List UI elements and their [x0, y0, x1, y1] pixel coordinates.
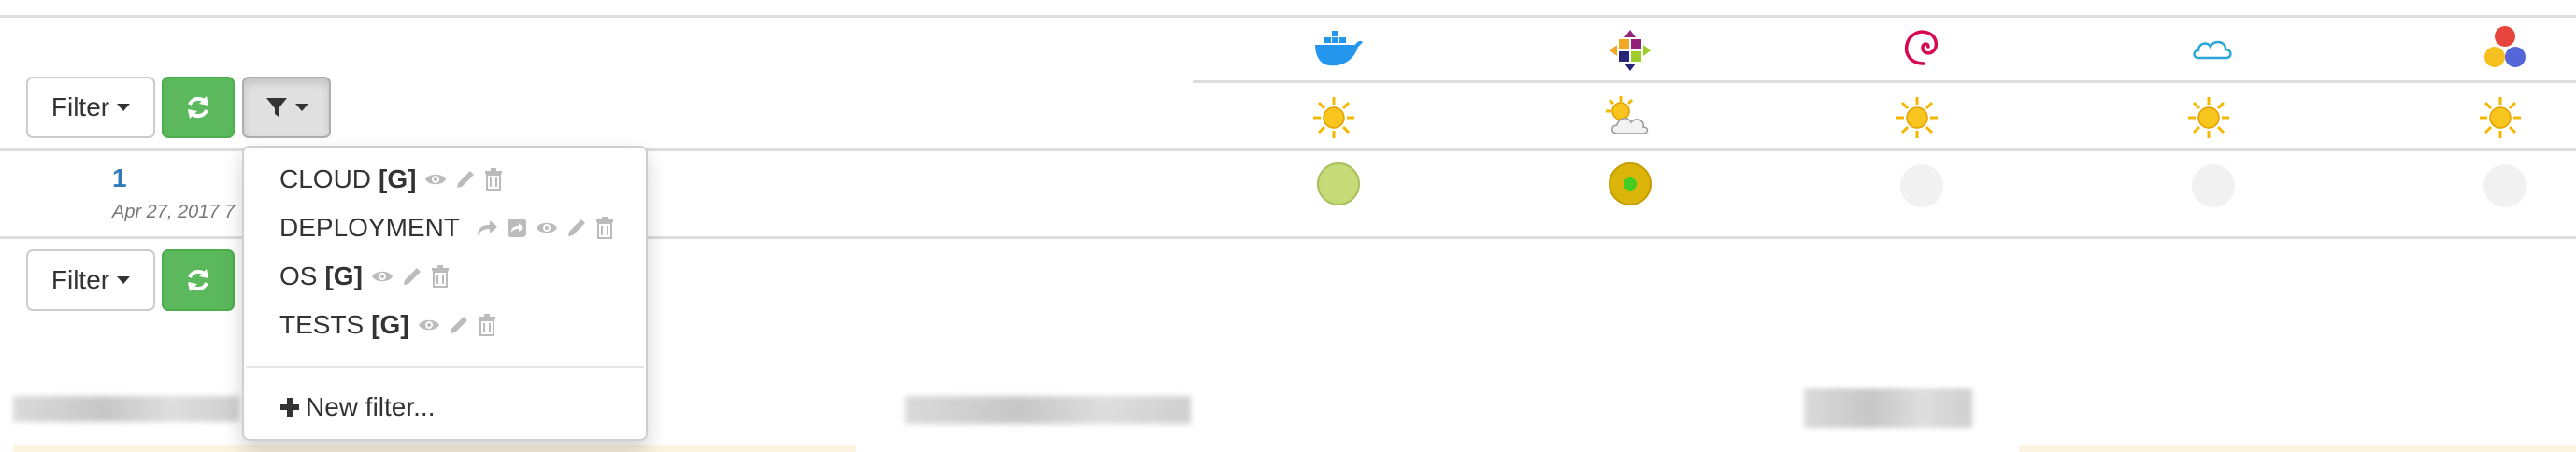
three-circles-icon	[2484, 26, 2526, 67]
highlight-strip	[2019, 445, 2576, 452]
saved-filters-menu: CLOUD [G] DEPLOYMENT OS [G] TESTS [G] Ne…	[242, 146, 648, 441]
obscured-content	[905, 396, 1191, 424]
funnel-icon	[265, 98, 287, 117]
sun-icon	[1313, 97, 1354, 138]
saved-filters-button[interactable]	[242, 77, 331, 138]
filter-item-label: OS	[279, 261, 318, 290]
trash-icon[interactable]	[478, 314, 496, 336]
eye-icon[interactable]	[371, 268, 394, 285]
table-top-border	[0, 15, 2576, 18]
eye-icon[interactable]	[424, 171, 447, 188]
global-tag: [G]	[379, 164, 417, 193]
global-tag: [G]	[371, 310, 409, 339]
filter-item-deployment[interactable]: DEPLOYMENT	[279, 209, 614, 247]
pencil-icon[interactable]	[402, 266, 422, 287]
menu-divider	[246, 366, 644, 368]
status-empty-dot	[2192, 164, 2235, 207]
share-icon[interactable]	[476, 218, 498, 238]
filter-item-label: TESTS	[279, 310, 365, 339]
pencil-icon[interactable]	[455, 169, 476, 190]
docker-icon	[1315, 31, 1363, 66]
status-empty-dot	[1900, 164, 1943, 207]
sun-icon	[2188, 97, 2229, 138]
highlight-strip	[13, 445, 856, 452]
filter-dropdown-button[interactable]: Filter	[26, 249, 155, 311]
status-success-dot[interactable]	[1317, 162, 1360, 205]
filter-dropdown-button[interactable]: Filter	[26, 77, 155, 138]
build-number-link[interactable]: 1	[112, 163, 127, 193]
pencil-icon[interactable]	[566, 218, 587, 238]
debian-icon	[1904, 30, 1939, 65]
refresh-button[interactable]	[162, 77, 235, 138]
plus-icon	[280, 398, 299, 417]
refresh-button[interactable]	[162, 249, 235, 311]
caret-down-icon	[117, 104, 131, 111]
cloud-icon	[2193, 40, 2232, 60]
status-running-dot[interactable]	[1609, 162, 1652, 205]
filter-item-os[interactable]: OS [G]	[279, 258, 450, 295]
new-filter-item[interactable]: New filter...	[279, 388, 435, 426]
obscured-content	[13, 396, 239, 422]
filter-item-label: CLOUD	[279, 164, 372, 193]
new-filter-label: New filter...	[306, 392, 436, 421]
filter-button-label: Filter	[50, 265, 110, 294]
header-column-divider	[1193, 80, 2576, 83]
refresh-icon	[188, 96, 208, 119]
build-date: Apr 27, 2017 7	[112, 202, 236, 222]
filter-item-tests[interactable]: TESTS [G]	[279, 306, 496, 344]
filter-button-label: Filter	[50, 92, 110, 121]
eye-icon[interactable]	[418, 317, 440, 333]
trash-icon[interactable]	[595, 217, 614, 239]
caret-down-icon	[294, 104, 308, 111]
share-square-icon[interactable]	[507, 218, 527, 238]
status-empty-dot	[2483, 164, 2526, 207]
filter-item-label: DEPLOYMENT	[279, 213, 460, 242]
trash-icon[interactable]	[431, 265, 450, 288]
sun-icon	[2480, 97, 2521, 138]
eye-icon[interactable]	[536, 219, 558, 236]
refresh-icon	[188, 269, 208, 291]
global-tag: [G]	[324, 261, 363, 290]
pencil-icon[interactable]	[449, 315, 469, 335]
obscured-content	[1804, 388, 1972, 428]
filter-item-cloud[interactable]: CLOUD [G]	[279, 161, 503, 198]
sun-icon	[1896, 97, 1938, 138]
partly-cloudy-icon	[1606, 96, 1649, 134]
caret-down-icon	[117, 276, 131, 284]
centos-icon	[1610, 30, 1651, 71]
trash-icon[interactable]	[484, 168, 503, 191]
